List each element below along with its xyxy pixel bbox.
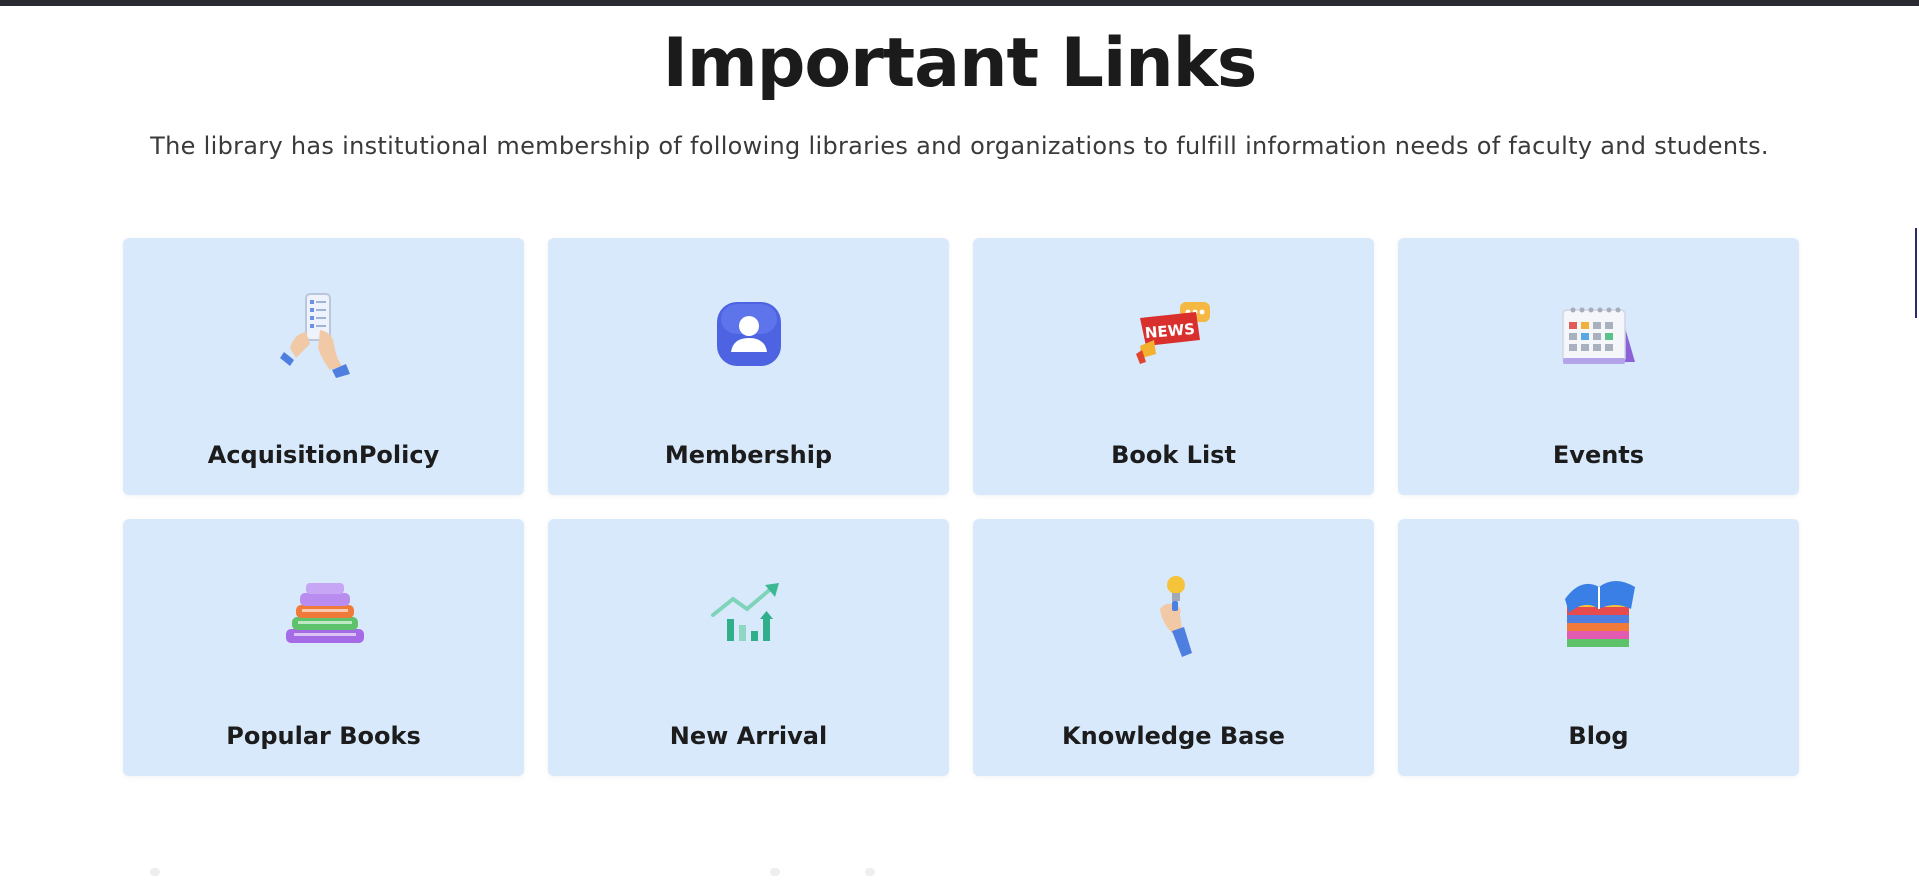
news-megaphone-icon: NEWS [1126,288,1222,384]
open-book-icon [1551,569,1647,665]
link-card-acquisition-policy[interactable]: AcquisitionPolicy [123,238,524,495]
link-card-label: Popular Books [226,722,421,750]
calendar-icon [1551,288,1647,384]
link-card-label: New Arrival [669,722,828,750]
lightbulb-hand-icon [1126,569,1222,665]
link-card-popular-books[interactable]: Popular Books [123,519,524,776]
link-card-knowledge-base[interactable]: Knowledge Base [973,519,1374,776]
link-card-label: Membership [664,441,833,469]
user-profile-icon [701,288,797,384]
page-subtitle: The library has institutional membership… [150,132,1769,160]
link-card-label: Knowledge Base [1062,722,1285,750]
link-card-label: AcquisitionPolicy [207,441,440,469]
link-card-label: Book List [1111,441,1236,469]
link-card-label: Blog [1568,722,1629,750]
link-card-events[interactable]: Events [1398,238,1799,495]
faint-decoration [865,868,875,876]
faint-decoration [770,868,780,876]
phone-checklist-hand-icon [276,288,372,384]
link-card-membership[interactable]: Membership [548,238,949,495]
scroll-indicator[interactable] [1915,228,1917,318]
growth-chart-icon [701,569,797,665]
link-card-label: Events [1552,441,1645,469]
link-card-book-list[interactable]: NEWS Book List [973,238,1374,495]
page-title: Important Links [662,24,1258,103]
top-bar [0,0,1919,6]
links-grid: AcquisitionPolicy Membership NEWS Book L… [123,238,1799,776]
link-card-blog[interactable]: Blog [1398,519,1799,776]
faint-decoration [150,868,160,876]
link-card-new-arrival[interactable]: New Arrival [548,519,949,776]
book-stack-icon [276,569,372,665]
